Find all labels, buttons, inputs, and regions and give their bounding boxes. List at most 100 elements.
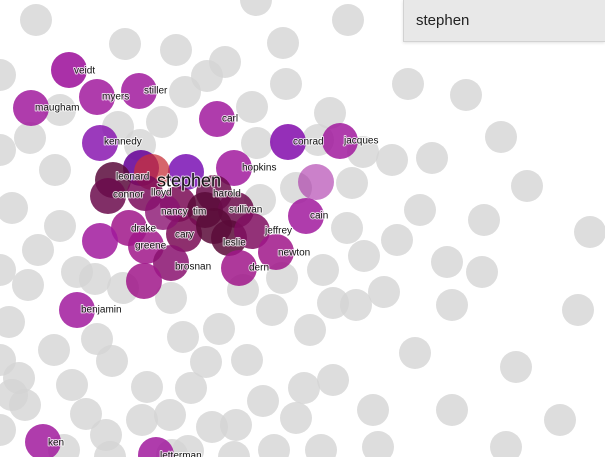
background-dot xyxy=(332,4,364,36)
background-dot xyxy=(466,256,498,288)
background-dot xyxy=(392,68,424,100)
background-dot xyxy=(450,79,482,111)
word-label-kennedy: kennedy xyxy=(104,137,142,148)
background-dot xyxy=(294,314,326,346)
background-dot xyxy=(218,441,250,457)
background-dot xyxy=(20,4,52,36)
background-dot xyxy=(288,372,320,404)
background-dot xyxy=(247,385,279,417)
background-dot xyxy=(154,399,186,431)
background-dot xyxy=(468,204,500,236)
background-dot xyxy=(203,313,235,345)
word-label-letterman: letterman xyxy=(160,451,202,457)
background-dot xyxy=(0,192,28,224)
word-label-sullivan: sullivan xyxy=(229,205,262,216)
word-label-veidt: veidt xyxy=(74,66,95,77)
background-dot xyxy=(258,434,290,457)
background-dot xyxy=(280,402,312,434)
background-dot xyxy=(376,144,408,176)
background-dot xyxy=(544,404,576,436)
background-dot xyxy=(12,269,44,301)
word-label-conrad: conrad xyxy=(293,137,324,148)
background-dot xyxy=(436,289,468,321)
highlighted-dot xyxy=(298,164,334,200)
background-dot xyxy=(220,409,252,441)
word-label-newton: newton xyxy=(278,248,310,259)
background-dot xyxy=(270,68,302,100)
word-label-jeffrey: jeffrey xyxy=(264,226,292,237)
background-dot xyxy=(500,351,532,383)
background-dot xyxy=(336,167,368,199)
background-dot xyxy=(436,394,468,426)
background-dot xyxy=(175,372,207,404)
background-dot xyxy=(38,334,70,366)
word-label-myers: myers xyxy=(102,92,129,103)
background-dot xyxy=(79,263,111,295)
word-label-leonard: leonard xyxy=(116,172,149,183)
word-label-ken: ken xyxy=(48,438,64,449)
word-label-jacques: jacques xyxy=(343,136,378,147)
word-embedding-scatter: veidt myers stiller maugham carl kennedy conra… xyxy=(0,0,605,457)
word-label-cary: cary xyxy=(175,230,194,241)
word-label-stiller: stiller xyxy=(144,86,168,97)
background-dot xyxy=(404,194,436,226)
background-dot xyxy=(357,394,389,426)
background-dot xyxy=(381,224,413,256)
word-label-greene: greene xyxy=(135,241,167,252)
background-dot xyxy=(22,234,54,266)
background-dot xyxy=(317,364,349,396)
background-dot xyxy=(96,345,128,377)
word-label-leslie: leslie xyxy=(223,238,246,249)
word-label-carl: carl xyxy=(222,114,238,125)
background-dot xyxy=(236,91,268,123)
background-dot xyxy=(362,431,394,457)
search-box xyxy=(403,0,605,42)
highlighted-dot xyxy=(82,223,118,259)
background-dot xyxy=(431,246,463,278)
background-dot xyxy=(490,431,522,457)
background-dot xyxy=(169,76,201,108)
background-dot xyxy=(14,122,46,154)
background-dot xyxy=(340,289,372,321)
word-label-cain: cain xyxy=(310,211,328,222)
word-label-hopkins: hopkins xyxy=(242,163,276,174)
background-dot xyxy=(0,134,16,166)
background-dot xyxy=(267,27,299,59)
background-dot xyxy=(511,170,543,202)
background-dot xyxy=(416,142,448,174)
background-dot xyxy=(562,294,594,326)
word-label-tim: tim xyxy=(193,207,206,218)
word-label-harold: harold xyxy=(213,189,241,200)
background-dot xyxy=(0,306,25,338)
highlighted-dot xyxy=(126,263,162,299)
background-dot xyxy=(241,127,273,159)
background-dot xyxy=(305,434,337,457)
background-dot xyxy=(39,154,71,186)
background-dot xyxy=(348,240,380,272)
background-dot xyxy=(56,369,88,401)
word-label-dern: dern xyxy=(249,263,269,274)
background-dot xyxy=(0,59,16,91)
background-dot xyxy=(0,414,16,446)
background-dot xyxy=(167,321,199,353)
word-label-connor: connor xyxy=(113,190,144,201)
background-dot xyxy=(485,121,517,153)
background-dot xyxy=(574,216,605,248)
background-dot xyxy=(131,371,163,403)
background-dot xyxy=(109,28,141,60)
word-label-drake: drake xyxy=(131,224,156,235)
background-dot xyxy=(331,212,363,244)
background-dot xyxy=(126,404,158,436)
search-input[interactable] xyxy=(404,0,605,41)
word-label-benjamin: benjamin xyxy=(81,305,122,316)
background-dot xyxy=(399,337,431,369)
background-dot xyxy=(368,276,400,308)
background-dot xyxy=(256,294,288,326)
background-dot xyxy=(160,34,192,66)
background-dot xyxy=(240,0,272,16)
background-dot xyxy=(44,210,76,242)
background-dot xyxy=(307,254,339,286)
word-label-maugham: maugham xyxy=(35,103,79,114)
word-label-lloyd: lloyd xyxy=(151,188,172,199)
word-label-nancy: nancy xyxy=(161,207,188,218)
